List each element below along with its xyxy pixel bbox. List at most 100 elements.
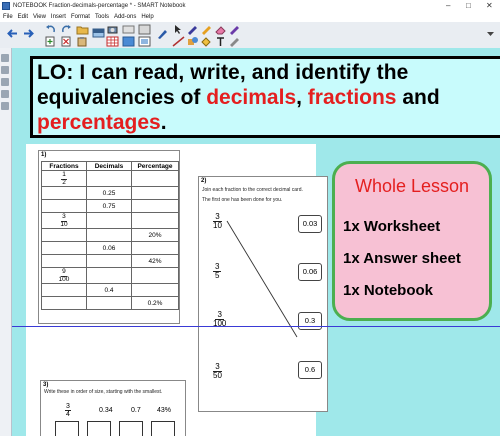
magic-pen-icon[interactable] (156, 28, 169, 39)
menu-format[interactable]: Format (71, 12, 90, 22)
question-3-number: 3) (43, 382, 49, 388)
lo-word-fractions: fractions (307, 86, 397, 109)
lo-word-decimals: decimals (206, 86, 297, 109)
delete-page-icon[interactable] (60, 36, 73, 47)
whole-lesson-card[interactable]: Whole Lesson 1x Worksheet 1x Answer shee… (332, 161, 492, 321)
close-button[interactable]: ✕ (486, 0, 493, 12)
back-icon[interactable] (6, 28, 19, 39)
question-1-box: 1) Fractions Decimals Percentage 12 0.25… (38, 150, 180, 324)
menu-tools[interactable]: Tools (95, 12, 109, 22)
menu-edit[interactable]: Edit (18, 12, 28, 22)
lo-text-equivalencies: equivalencies of (37, 86, 207, 109)
lesson-item-worksheet: 1x Worksheet (343, 218, 441, 235)
lo-period: . (160, 111, 167, 134)
menu-file[interactable]: File (3, 12, 13, 22)
side-panel (0, 48, 12, 436)
question-3-instruction: Write these in order of size, starting w… (44, 389, 163, 395)
toolbar-dropdown-icon[interactable] (484, 28, 497, 39)
table-row: 12 (41, 170, 179, 187)
undo-icon[interactable] (44, 24, 57, 35)
fill-icon[interactable] (200, 36, 213, 47)
q3-value: 0.7 (131, 407, 141, 414)
document-camera-icon[interactable] (106, 24, 119, 35)
maximize-button[interactable]: □ (466, 0, 471, 12)
lesson-heading: Whole Lesson (354, 176, 470, 196)
attachments-tab[interactable] (1, 78, 9, 86)
horizontal-guide-line (12, 326, 500, 327)
answer-box (87, 421, 111, 436)
open-icon[interactable] (76, 24, 89, 35)
answer-box (55, 421, 79, 436)
text-icon[interactable] (214, 36, 227, 47)
lo-line-1: LO: I can read, write, and identify the (37, 61, 409, 84)
table-icon[interactable] (106, 36, 119, 47)
lesson-item-answer-sheet: 1x Answer sheet (343, 250, 461, 267)
window-title: NOTEBOOK Fraction-decimals-percentage * … (13, 3, 186, 9)
question-3-box: 3) Write these in order of size, startin… (40, 380, 186, 436)
properties-tab[interactable] (1, 90, 9, 98)
table-row: 0.06 (41, 241, 179, 255)
capture-icon[interactable] (138, 24, 151, 35)
header-fractions: Fractions (41, 161, 87, 171)
answer-box (151, 421, 175, 436)
fraction-one-half: 12 (61, 171, 67, 186)
menu-addons[interactable]: Add-ons (114, 12, 136, 22)
eraser-icon[interactable] (214, 24, 227, 35)
highlighter-icon[interactable] (200, 24, 213, 35)
decimal-card: 0.3 (298, 312, 322, 330)
table-row: 0.25 (41, 186, 179, 200)
fraction-3-5: 35 (213, 262, 222, 281)
full-screen-icon[interactable] (138, 36, 151, 47)
fraction-three-tenths: 3 10 (60, 213, 68, 228)
pen-icon[interactable] (186, 24, 199, 35)
notebook-canvas[interactable]: LO: I can read, write, and identify the … (12, 48, 500, 436)
decimal-card: 0.6 (298, 361, 322, 379)
lo-comma: , (296, 86, 308, 109)
lo-line-3: percentages. (37, 111, 167, 135)
pen-settings-icon[interactable] (228, 36, 241, 47)
addons-tab[interactable] (1, 102, 9, 110)
decimal-card: 0.06 (298, 263, 322, 281)
fraction-nine-hundredths: 9 100 (58, 268, 70, 283)
line-icon[interactable] (172, 36, 185, 47)
menu-insert[interactable]: Insert (51, 12, 66, 22)
question-1-number: 1) (41, 152, 47, 158)
q3-fraction-three-quarters: 34 (65, 403, 71, 419)
worksheet-image[interactable]: 1) Fractions Decimals Percentage 12 0.25… (26, 144, 328, 436)
pointer-icon[interactable] (172, 24, 185, 35)
lesson-item-notebook: 1x Notebook (343, 282, 434, 299)
creative-pen-icon[interactable] (228, 24, 241, 35)
screen-shade-icon[interactable] (92, 28, 105, 39)
menu-help[interactable]: Help (141, 12, 153, 22)
fraction-3-50: 3 50 (213, 362, 222, 381)
lo-line-2: equivalencies of decimals, fractions and (37, 86, 440, 110)
minimize-button[interactable]: – (446, 0, 450, 12)
table-row: 0.75 (41, 199, 179, 213)
fraction-table: Fractions Decimals Percentage 12 0.25 0.… (41, 161, 179, 310)
answer-box (119, 421, 143, 436)
lo-word-and: and (396, 86, 440, 109)
header-decimals: Decimals (86, 161, 132, 171)
forward-icon[interactable] (22, 28, 35, 39)
paste-icon[interactable] (76, 36, 89, 47)
q3-value: 43% (157, 407, 172, 414)
header-percentage: Percentage (131, 161, 179, 171)
q3-value: 0.34 (99, 407, 113, 414)
learning-objective-box[interactable]: LO: I can read, write, and identify the … (30, 56, 500, 138)
table-row: 3 10 (41, 212, 179, 229)
title-bar: NOTEBOOK Fraction-decimals-percentage * … (0, 0, 500, 12)
menu-view[interactable]: View (33, 12, 46, 22)
grid-view-icon[interactable] (122, 36, 135, 47)
table-row: 42% (41, 254, 179, 268)
add-page-icon[interactable] (44, 36, 57, 47)
redo-icon[interactable] (60, 24, 73, 35)
page-sorter-tab[interactable] (1, 54, 9, 62)
table-row: 0.4 (41, 283, 179, 297)
menu-bar: File Edit View Insert Format Tools Add-ons Help (0, 12, 500, 22)
shape-icon[interactable] (186, 36, 199, 47)
question-2-box: 2) Join each fraction to the correct dec… (198, 176, 328, 412)
app-icon (2, 2, 10, 10)
table-row: 0.2% (41, 296, 179, 310)
gallery-tab[interactable] (1, 66, 9, 74)
properties-icon[interactable] (122, 24, 135, 35)
